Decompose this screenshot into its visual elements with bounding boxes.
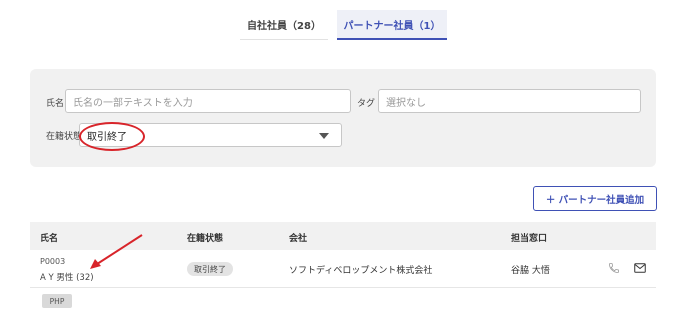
status-badge: 取引終了 <box>187 262 233 276</box>
annotation-arrow <box>90 234 143 269</box>
phone-icon[interactable] <box>608 262 620 274</box>
tag-filter-label: タグ <box>357 99 376 109</box>
tag-select[interactable]: 選択なし <box>378 89 641 113</box>
header-company: 会社 <box>289 234 308 244</box>
status-filter-label: 在籍状態 <box>46 132 83 142</box>
contact-person: 谷脇 大悟 <box>511 266 550 276</box>
header-status: 在籍状態 <box>187 234 224 244</box>
add-partner-button[interactable]: ＋ パートナー社員追加 <box>533 186 657 211</box>
name-search-input[interactable]: 氏名の一部テキストを入力 <box>65 89 351 113</box>
tab-partner-employees[interactable]: パートナー社員（1） <box>337 10 447 40</box>
header-contact: 担当窓口 <box>511 234 548 244</box>
header-name: 氏名 <box>40 234 59 244</box>
name-search-placeholder: 氏名の一部テキストを入力 <box>73 97 193 109</box>
company-name: ソフトディベロップメント株式会社 <box>289 266 433 276</box>
filter-panel: 氏名 氏名の一部テキストを入力 タグ 選択なし 在籍状態 取引終了 <box>30 69 656 167</box>
employee-name[interactable]: A Y 男性 (32) <box>40 271 94 283</box>
tab-own-employees[interactable]: 自社社員（28） <box>240 10 328 40</box>
skill-tag: PHP <box>42 294 72 308</box>
employee-id: P0003 <box>40 257 66 266</box>
annotation-circle <box>79 122 145 151</box>
dropdown-caret-icon <box>319 133 329 139</box>
name-filter-label: 氏名 <box>46 99 65 109</box>
employee-tabs: 自社社員（28） パートナー社員（1） <box>0 0 688 44</box>
mail-icon[interactable] <box>634 263 646 273</box>
tag-select-placeholder: 選択なし <box>386 97 426 109</box>
